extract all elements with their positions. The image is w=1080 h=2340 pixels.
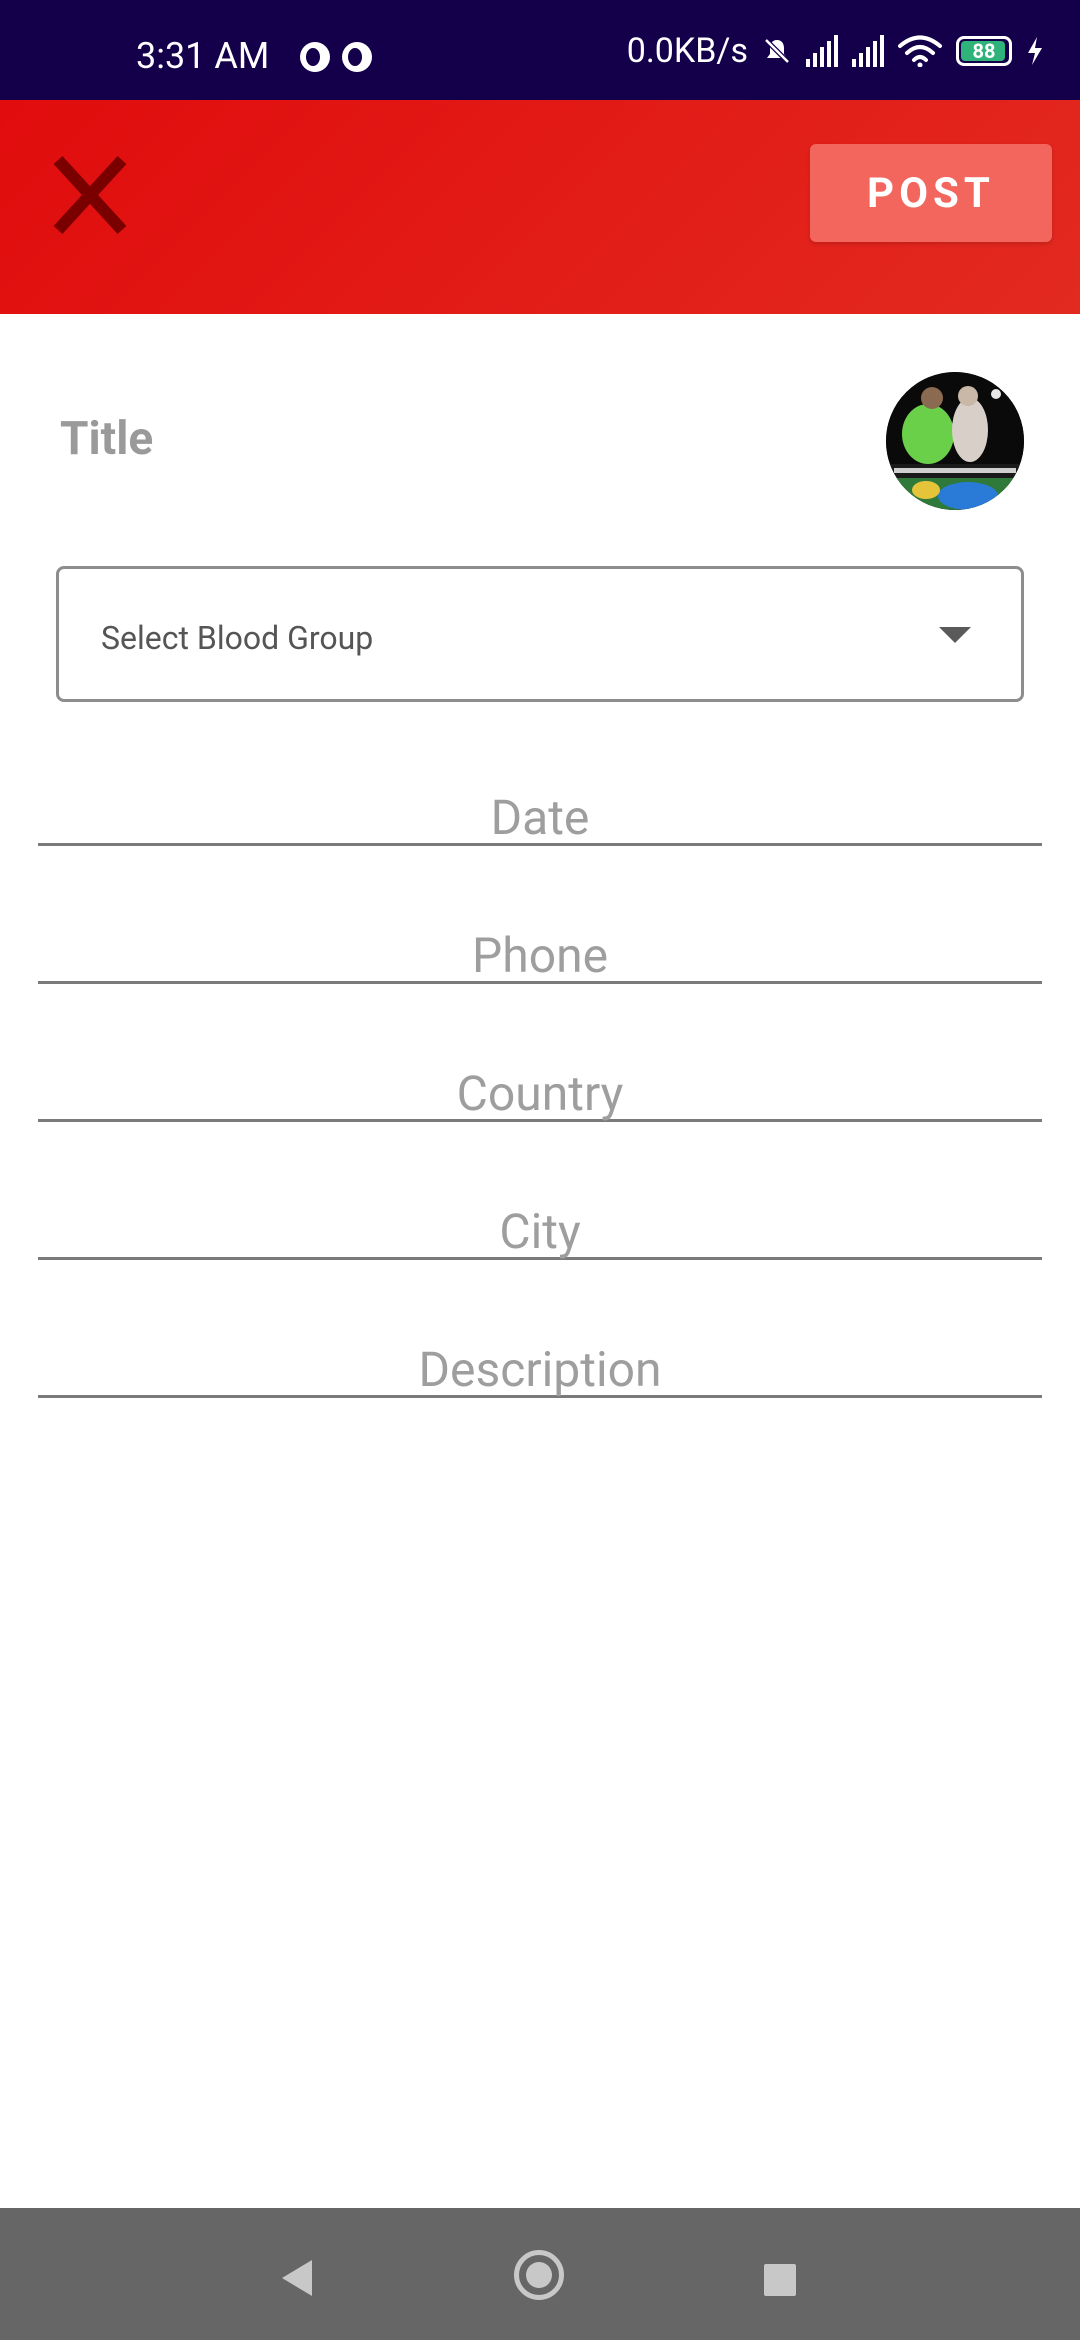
status-bar: 3:31 AM 0.0KB/s 88 [0,0,1080,100]
title-label: Title [60,412,154,466]
status-indicators: 0.0KB/s 88 [627,34,1044,68]
city-field[interactable] [38,1170,1042,1275]
app-notification-icon [342,42,372,72]
dropdown-arrow-icon [939,627,971,643]
status-notification-icons [300,42,372,72]
blood-group-select[interactable]: Select Blood Group [56,566,1024,702]
recents-icon[interactable] [764,2264,796,2296]
status-time: 3:31 AM [136,35,270,77]
country-field-container [38,1032,1042,1137]
navigation-bar [0,2208,1080,2340]
date-field[interactable] [38,756,1042,861]
battery-icon: 88 [956,36,1012,66]
post-button[interactable]: POST [810,144,1052,242]
phone-field-container [38,894,1042,999]
close-icon [53,155,127,235]
signal-icon [852,35,884,67]
avatar[interactable] [886,372,1024,510]
description-field[interactable] [38,1308,1042,1413]
wifi-icon [898,35,942,67]
city-field-container [38,1170,1042,1275]
blood-group-value: Select Blood Group [101,619,374,657]
charging-icon [1028,37,1042,65]
date-field-container [38,756,1042,861]
close-button[interactable] [50,150,130,240]
battery-level: 88 [972,39,996,63]
profile-photo [886,372,1024,510]
description-field-container [38,1308,1042,1413]
phone-field[interactable] [38,894,1042,999]
country-field[interactable] [38,1032,1042,1137]
back-icon[interactable] [282,2260,312,2296]
home-icon[interactable] [514,2250,564,2300]
mute-icon [764,38,790,64]
signal-icon [806,35,838,67]
app-notification-icon [300,42,330,72]
net-speed: 0.0KB/s [626,31,748,71]
